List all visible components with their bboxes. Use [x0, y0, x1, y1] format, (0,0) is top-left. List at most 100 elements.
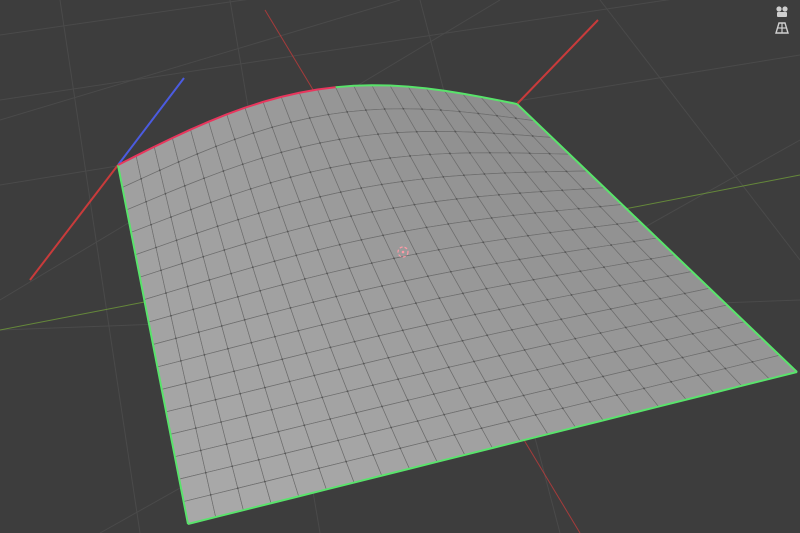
mesh-vertex: [251, 266, 254, 269]
mesh-vertex: [447, 223, 450, 225]
mesh-vertex: [519, 192, 521, 195]
mesh-vertex: [346, 111, 349, 113]
mesh-vertex: [524, 171, 527, 174]
mesh-vertex: [447, 366, 450, 369]
mesh-vertex: [642, 280, 645, 282]
mesh-vertex: [363, 433, 366, 435]
mesh-vertex: [190, 208, 192, 211]
mesh-vertex: [477, 112, 480, 115]
mesh-vertex: [498, 354, 501, 357]
mesh-vertex: [369, 159, 372, 162]
mesh-vertex: [145, 200, 147, 203]
mesh-vertex: [450, 318, 452, 321]
mesh-vertex: [199, 449, 202, 452]
mesh-vertex: [634, 302, 637, 305]
mesh-vertex: [626, 262, 629, 264]
mesh-vertex: [670, 380, 673, 383]
mesh-vertex: [421, 178, 424, 180]
pivot-dot: [401, 250, 405, 254]
mesh-vertex: [691, 332, 694, 335]
mesh-vertex: [289, 176, 292, 179]
mesh-vertex: [239, 392, 242, 395]
mesh-vertex: [666, 275, 669, 278]
mesh-vertex: [498, 308, 501, 311]
mesh-vertex: [245, 414, 248, 417]
mesh-vertex: [396, 131, 399, 134]
mesh-vertex: [329, 220, 331, 222]
mesh-vertex: [562, 362, 565, 365]
mesh-vertex: [614, 350, 616, 353]
mesh-vertex: [308, 117, 311, 119]
mesh-vertex: [751, 361, 754, 363]
mesh-vertex: [349, 162, 352, 165]
mesh-vertex: [387, 356, 390, 359]
mesh-vertex: [377, 133, 379, 136]
mesh-vertex: [504, 172, 506, 174]
mesh-vertex: [438, 297, 441, 300]
mesh-vertex: [303, 278, 306, 280]
mesh-vertex: [561, 189, 564, 192]
mesh-vertex: [427, 275, 429, 278]
mesh-vertex: [442, 175, 445, 178]
mesh-vertex: [252, 132, 255, 134]
mesh-vertex: [549, 343, 551, 346]
mesh-vertex: [422, 372, 425, 375]
mesh-vertex: [582, 188, 585, 190]
mesh-vertex: [462, 174, 465, 177]
mesh-vertex: [318, 467, 320, 470]
mesh-vertex: [650, 258, 652, 260]
mesh-vertex: [372, 454, 375, 456]
mesh-vertex: [371, 211, 374, 213]
mesh-vertex: [571, 228, 574, 231]
mesh-vertex: [382, 234, 385, 237]
mesh-vertex: [507, 420, 510, 423]
mesh-vertex: [415, 130, 418, 133]
mesh-vertex: [616, 394, 618, 396]
mesh-vertex: [509, 283, 511, 286]
mesh-vertex: [202, 255, 205, 258]
mesh-vertex: [326, 272, 329, 275]
mesh-vertex: [393, 257, 395, 260]
mesh-vertex: [574, 337, 577, 340]
mesh-vertex: [476, 195, 479, 198]
mesh-vertex: [392, 207, 395, 209]
mesh-vertex: [303, 424, 306, 427]
mesh-vertex: [421, 108, 424, 111]
mesh-vertex: [329, 346, 332, 349]
mesh-vertex: [409, 155, 411, 157]
mesh-vertex: [196, 232, 198, 235]
mesh-vertex: [518, 258, 521, 261]
mesh-vertex: [249, 188, 252, 190]
mesh-vertex: [291, 474, 293, 476]
mesh-vertex: [338, 368, 340, 371]
curved-plane-mesh[interactable]: [117, 84, 798, 525]
local-x-axis-line: [29, 164, 119, 281]
mesh-vertex: [204, 471, 207, 474]
mesh-vertex: [358, 290, 361, 293]
mesh-vertex: [432, 393, 435, 396]
mesh-vertex: [327, 113, 330, 116]
mesh-vertex: [350, 215, 352, 218]
3d-viewport[interactable]: [0, 0, 800, 533]
mesh-vertex: [675, 315, 678, 318]
viewport-scene[interactable]: [0, 0, 800, 533]
mesh-vertex: [681, 356, 684, 359]
mesh-vertex: [717, 326, 720, 329]
mesh-vertex: [640, 344, 642, 347]
mesh-vertex: [181, 262, 184, 265]
mesh-vertex: [473, 131, 476, 134]
mesh-vertex: [560, 318, 563, 321]
mesh-vertex: [203, 353, 206, 356]
mesh-vertex: [390, 426, 393, 429]
mesh-vertex: [577, 207, 580, 210]
perspective-icon[interactable]: [772, 18, 792, 38]
mesh-vertex: [164, 192, 167, 195]
mesh-vertex: [455, 198, 458, 200]
mesh-vertex: [310, 445, 313, 448]
mesh-vertex: [490, 217, 493, 219]
mesh-vertex: [370, 262, 373, 265]
mesh-vertex: [458, 110, 461, 113]
mesh-vertex: [194, 427, 197, 430]
mesh-vertex: [399, 447, 402, 450]
mesh-vertex: [436, 345, 439, 348]
